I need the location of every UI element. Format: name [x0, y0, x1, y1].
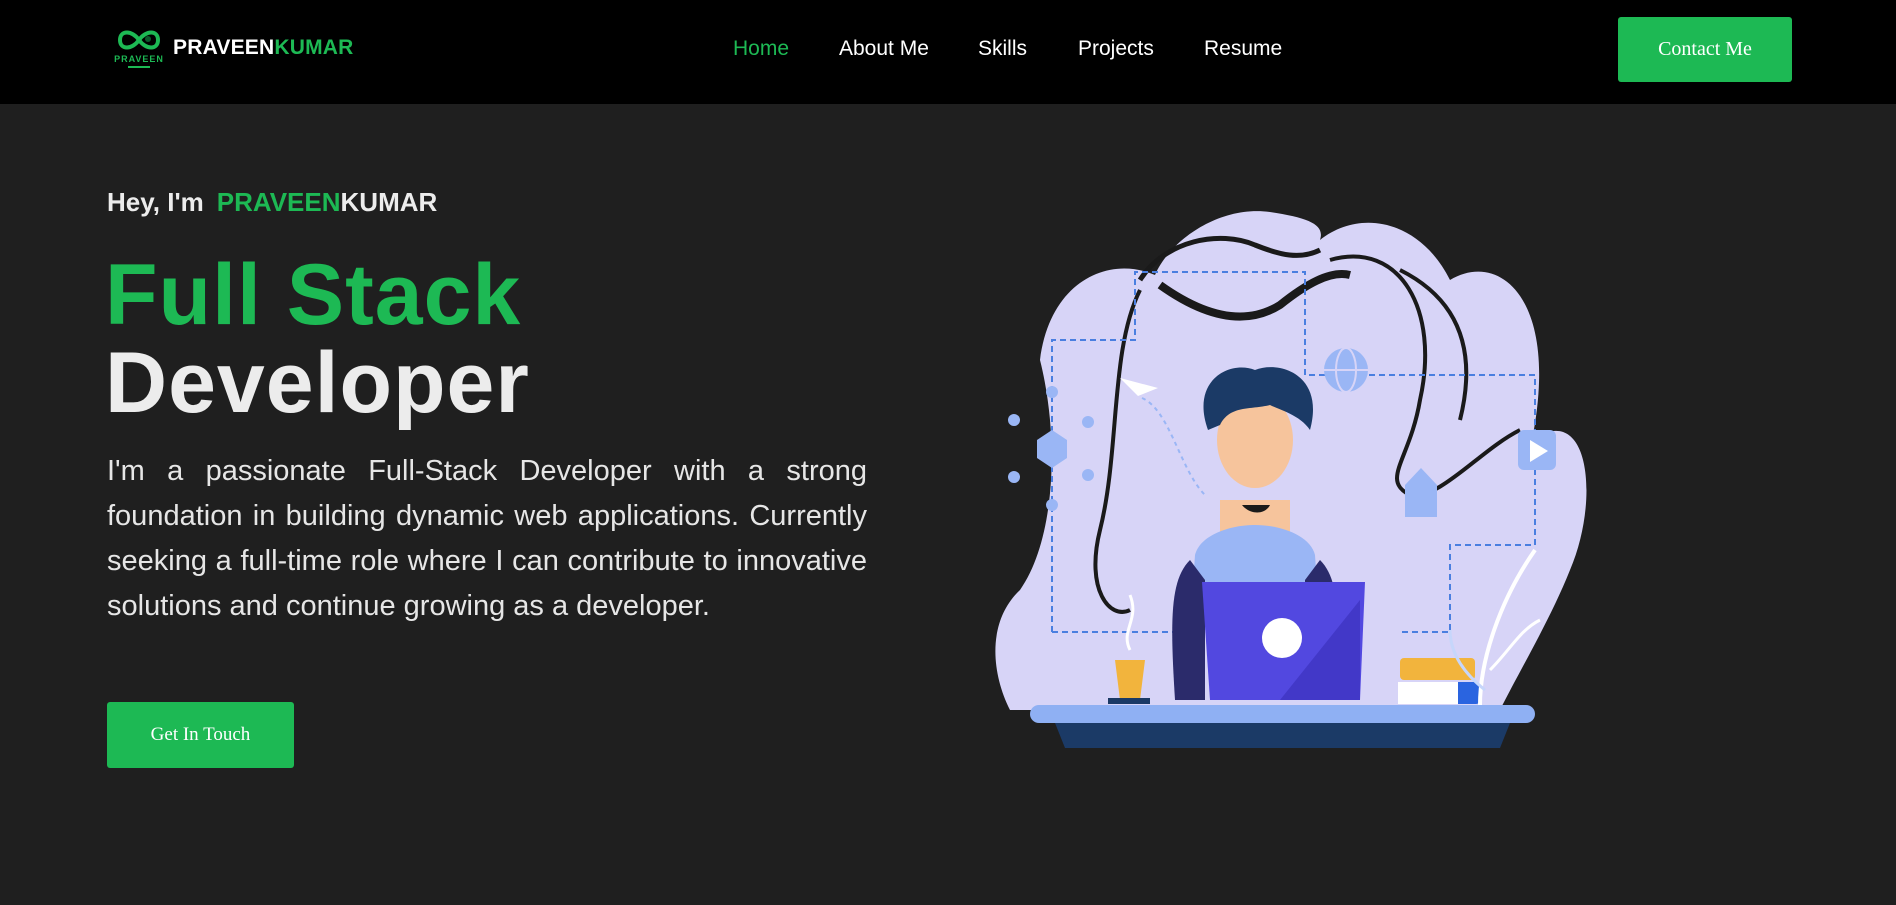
brand-name[interactable]: PRAVEENKUMAR: [173, 36, 354, 60]
nav-about-me[interactable]: About Me: [839, 37, 929, 61]
logo-text: PRAVEEN: [114, 54, 164, 64]
developer-illustration: [995, 211, 1587, 748]
nav-projects[interactable]: Projects: [1078, 37, 1154, 61]
greeting-name-second: KUMAR: [340, 187, 438, 217]
hero-description: I'm a passionate Full-Stack Developer wi…: [107, 455, 867, 622]
navbar: PRAVEEN PRAVEENKUMAR Home About Me Skill…: [0, 0, 1896, 104]
hero-title-line2: Developer: [105, 335, 530, 431]
contact-me-button[interactable]: Contact Me: [1618, 17, 1792, 82]
brand-first: PRAVEEN: [173, 36, 275, 59]
hero-title-line1: Full Stack: [105, 247, 522, 343]
nav-resume[interactable]: Resume: [1204, 37, 1282, 61]
nav-skills[interactable]: Skills: [978, 37, 1027, 61]
greeting: Hey, I'm PRAVEENKUMAR: [107, 187, 437, 218]
brand-second: KUMAR: [274, 36, 354, 59]
greeting-name-first: PRAVEEN: [216, 187, 341, 217]
get-in-touch-button[interactable]: Get In Touch: [107, 702, 294, 768]
greeting-prefix: Hey, I'm: [107, 187, 204, 217]
infinity-logo-icon[interactable]: PRAVEEN: [112, 26, 166, 74]
nav-home[interactable]: Home: [733, 37, 789, 61]
